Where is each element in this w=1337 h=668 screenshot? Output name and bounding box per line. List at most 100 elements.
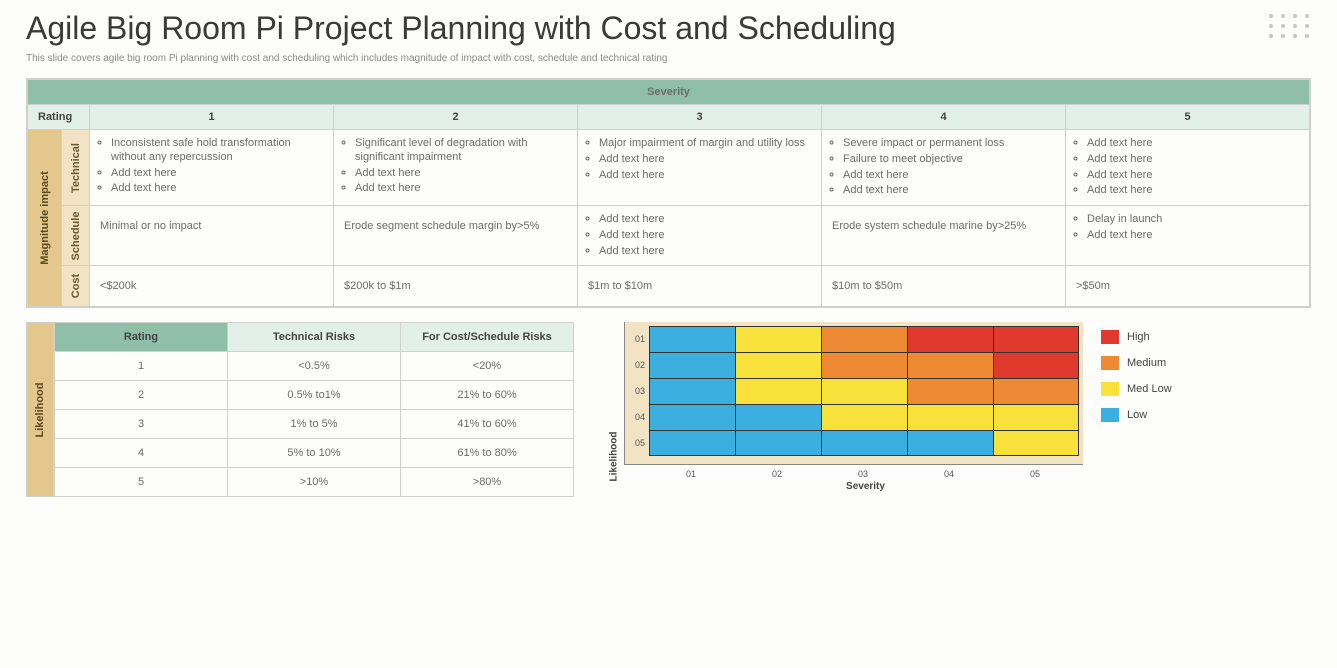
- sev-cell: Erode system schedule marine by>25%: [822, 206, 1066, 266]
- like-cell: <20%: [401, 352, 574, 381]
- heatmap-cell: [735, 352, 821, 378]
- legend-label: High: [1127, 331, 1150, 343]
- heatmap-grid: 01 02 03 04 05: [625, 326, 1079, 456]
- like-header: Technical Risks: [228, 323, 401, 352]
- sev-cell: >$50m: [1066, 266, 1310, 307]
- page-subtitle: This slide covers agile big room Pi plan…: [26, 53, 1311, 64]
- heatmap-cell: [649, 352, 735, 378]
- heatmap-cell: [821, 378, 907, 404]
- like-row: 20.5% to1%21% to 60%: [55, 381, 574, 410]
- heatmap-cell: [735, 404, 821, 430]
- like-cell: 21% to 60%: [401, 381, 574, 410]
- like-cell: <0.5%: [228, 352, 401, 381]
- sev-cell: Add text hereAdd text hereAdd text hereA…: [1066, 130, 1310, 206]
- sev-cell: <$200k: [90, 266, 334, 307]
- heatmap-cell: [821, 430, 907, 456]
- heatmap-xticks: 0102030405: [648, 465, 1083, 479]
- like-cell: >80%: [401, 468, 574, 497]
- heatmap-ytick: 03: [625, 386, 649, 396]
- heatmap-cell: [649, 326, 735, 352]
- like-row: 31% to 5%41% to 60%: [55, 410, 574, 439]
- magnitude-impact-label: Magnitude impact: [28, 130, 62, 307]
- legend-swatch: [1101, 408, 1119, 422]
- like-cell: 61% to 80%: [401, 439, 574, 468]
- sev-cell: Add text hereAdd text hereAdd text here: [578, 206, 822, 266]
- heatmap-cell: [993, 378, 1079, 404]
- sev-cell: Significant level of degradation with si…: [334, 130, 578, 206]
- heatmap-row: 01: [625, 326, 1079, 352]
- legend-swatch: [1101, 382, 1119, 396]
- heatmap-cell: [993, 430, 1079, 456]
- heatmap-wrap: Likelihood 0102030405 0102030405 Severit…: [604, 322, 1172, 492]
- heatmap-xtick: 03: [820, 465, 906, 479]
- sev-cell: $10m to $50m: [822, 266, 1066, 307]
- sev-cell: Minimal or no impact: [90, 206, 334, 266]
- heatmap-cell: [649, 404, 735, 430]
- sev-cell: $1m to $10m: [578, 266, 822, 307]
- sev-row-technical: Magnitude impactTechnicalInconsistent sa…: [28, 130, 1310, 206]
- heatmap-row: 04: [625, 404, 1079, 430]
- rating-label: Rating: [28, 105, 90, 130]
- heatmap-xtick: 05: [992, 465, 1078, 479]
- like-cell: >10%: [228, 468, 401, 497]
- heatmap-ytick: 02: [625, 360, 649, 370]
- heatmap-cell: [907, 326, 993, 352]
- like-cell: 5% to 10%: [228, 439, 401, 468]
- sev-row-label: Technical: [62, 130, 90, 206]
- heatmap-row: 03: [625, 378, 1079, 404]
- severity-header-row: Severity: [28, 80, 1310, 105]
- heatmap-cell: [649, 378, 735, 404]
- legend-label: Med Low: [1127, 383, 1172, 395]
- sev-cell: $200k to $1m: [334, 266, 578, 307]
- heatmap-xlabel: Severity: [648, 481, 1083, 492]
- heatmap-xtick: 04: [906, 465, 992, 479]
- heatmap-cell: [821, 404, 907, 430]
- legend-swatch: [1101, 356, 1119, 370]
- sev-cell: Inconsistent safe hold transformation wi…: [90, 130, 334, 206]
- sev-col-4: 4: [822, 105, 1066, 130]
- severity-header: Severity: [28, 80, 1310, 105]
- heatmap-xtick: 01: [648, 465, 734, 479]
- legend-item: Med Low: [1101, 382, 1172, 396]
- heatmap-ytick: 01: [625, 334, 649, 344]
- severity-rating-row: Rating 1 2 3 4 5: [28, 105, 1310, 130]
- heatmap-cell: [993, 404, 1079, 430]
- sev-row-label: Cost: [62, 266, 90, 307]
- heatmap-cell: [907, 378, 993, 404]
- heatmap-cell: [649, 430, 735, 456]
- heatmap-cell: [907, 404, 993, 430]
- heatmap-row: 05: [625, 430, 1079, 456]
- sev-col-3: 3: [578, 105, 822, 130]
- sev-col-2: 2: [334, 105, 578, 130]
- severity-table: Severity Rating 1 2 3 4 5 Magnitude impa…: [26, 78, 1311, 308]
- heatmap-legend: High Medium Med Low Low: [1101, 322, 1172, 422]
- heatmap-cell: [821, 352, 907, 378]
- legend-item: High: [1101, 330, 1172, 344]
- sev-row-label: Schedule: [62, 206, 90, 266]
- sev-row-cost: Cost<$200k$200k to $1m$1m to $10m$10m to…: [28, 266, 1310, 307]
- sev-cell: Major impairment of margin and utility l…: [578, 130, 822, 206]
- heatmap-cell: [735, 326, 821, 352]
- likelihood-table-wrap: Likelihood RatingTechnical RisksFor Cost…: [26, 322, 574, 497]
- like-cell: 2: [55, 381, 228, 410]
- like-cell: 4: [55, 439, 228, 468]
- heatmap-ylabel: Likelihood: [604, 322, 624, 492]
- heatmap-ytick: 04: [625, 412, 649, 422]
- heatmap-cell: [993, 326, 1079, 352]
- decorative-dots: [1269, 14, 1311, 38]
- heatmap-row: 02: [625, 352, 1079, 378]
- heatmap-cell: [735, 378, 821, 404]
- likelihood-vlabel: Likelihood: [26, 322, 54, 497]
- like-row: 5>10%>80%: [55, 468, 574, 497]
- sev-cell: Delay in launchAdd text here: [1066, 206, 1310, 266]
- heatmap-cell: [993, 352, 1079, 378]
- legend-item: Low: [1101, 408, 1172, 422]
- legend-label: Medium: [1127, 357, 1166, 369]
- heatmap-cell: [907, 430, 993, 456]
- page-title: Agile Big Room Pi Project Planning with …: [26, 10, 1311, 47]
- like-cell: 1% to 5%: [228, 410, 401, 439]
- likelihood-table: RatingTechnical RisksFor Cost/Schedule R…: [54, 322, 574, 497]
- legend-item: Medium: [1101, 356, 1172, 370]
- like-cell: 1: [55, 352, 228, 381]
- like-header: For Cost/Schedule Risks: [401, 323, 574, 352]
